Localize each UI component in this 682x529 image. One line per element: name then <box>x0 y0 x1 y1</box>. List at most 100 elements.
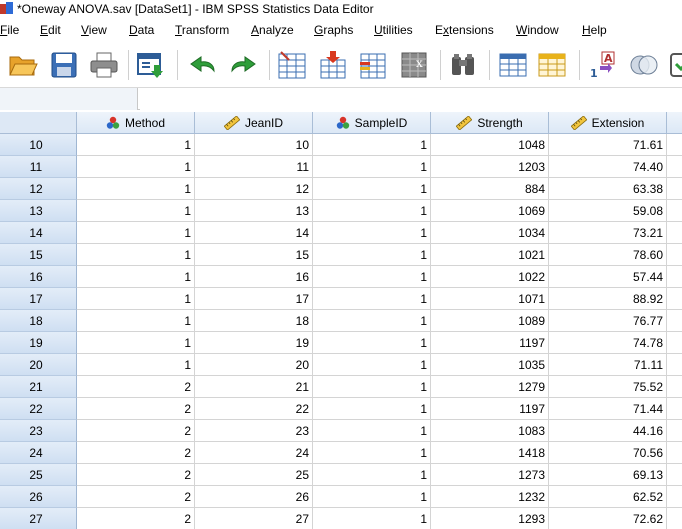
row-header[interactable]: 14 <box>0 222 77 244</box>
cell-jeanid[interactable]: 12 <box>195 178 313 200</box>
cell-extension[interactable]: 74.40 <box>549 156 667 178</box>
cell-empty[interactable] <box>667 222 682 244</box>
menu-utilities[interactable]: Utilities <box>374 23 413 37</box>
cell-jeanid[interactable]: 18 <box>195 310 313 332</box>
row-header[interactable]: 18 <box>0 310 77 332</box>
menu-data[interactable]: Data <box>129 23 154 37</box>
cell-extension[interactable]: 69.13 <box>549 464 667 486</box>
cell-sampleid[interactable]: 1 <box>313 222 431 244</box>
cell-empty[interactable] <box>667 288 682 310</box>
cell-strength[interactable]: 1293 <box>431 508 549 529</box>
value-labels-button[interactable] <box>496 48 530 82</box>
cell-empty[interactable] <box>667 200 682 222</box>
cell-jeanid[interactable]: 14 <box>195 222 313 244</box>
print-button[interactable] <box>87 48 121 82</box>
cell-empty[interactable] <box>667 266 682 288</box>
cell-method[interactable]: 2 <box>77 442 195 464</box>
cell-strength[interactable]: 1273 <box>431 464 549 486</box>
menu-graphs[interactable]: Graphs <box>314 23 353 37</box>
cell-extension[interactable]: 71.61 <box>549 134 667 156</box>
cell-method[interactable]: 1 <box>77 288 195 310</box>
cell-jeanid[interactable]: 24 <box>195 442 313 464</box>
cell-sampleid[interactable]: 1 <box>313 376 431 398</box>
save-button[interactable] <box>47 48 81 82</box>
cell-sampleid[interactable]: 1 <box>313 420 431 442</box>
cell-extension[interactable]: 62.52 <box>549 486 667 508</box>
cell-jeanid[interactable]: 13 <box>195 200 313 222</box>
cell-extension[interactable]: 71.44 <box>549 398 667 420</box>
row-header[interactable]: 13 <box>0 200 77 222</box>
cell-jeanid[interactable]: 27 <box>195 508 313 529</box>
row-header[interactable]: 12 <box>0 178 77 200</box>
cell-method[interactable]: 1 <box>77 134 195 156</box>
cell-empty[interactable] <box>667 244 682 266</box>
find-button[interactable] <box>446 48 480 82</box>
split-file-button[interactable]: x <box>397 48 431 82</box>
cell-method[interactable]: 1 <box>77 310 195 332</box>
cell-sampleid[interactable]: 1 <box>313 156 431 178</box>
dialog-recall-button[interactable] <box>134 48 168 82</box>
cell-strength[interactable]: 1069 <box>431 200 549 222</box>
row-header[interactable]: 22 <box>0 398 77 420</box>
menu-window[interactable]: Window <box>516 23 559 37</box>
show-all-button[interactable] <box>666 48 682 82</box>
row-header[interactable]: 24 <box>0 442 77 464</box>
undo-button[interactable] <box>186 48 220 82</box>
open-button[interactable] <box>6 48 40 82</box>
cell-extension[interactable]: 78.60 <box>549 244 667 266</box>
cell-method[interactable]: 2 <box>77 376 195 398</box>
menu-help[interactable]: Help <box>582 23 607 37</box>
cell-strength[interactable]: 1021 <box>431 244 549 266</box>
cell-sampleid[interactable]: 1 <box>313 244 431 266</box>
row-header[interactable]: 15 <box>0 244 77 266</box>
cell-empty[interactable] <box>667 354 682 376</box>
cell-empty[interactable] <box>667 178 682 200</box>
cell-method[interactable]: 1 <box>77 178 195 200</box>
cell-sampleid[interactable]: 1 <box>313 332 431 354</box>
cell-method[interactable]: 2 <box>77 398 195 420</box>
cell-jeanid[interactable]: 19 <box>195 332 313 354</box>
cell-method[interactable]: 2 <box>77 420 195 442</box>
cell-empty[interactable] <box>667 134 682 156</box>
cell-jeanid[interactable]: 11 <box>195 156 313 178</box>
cell-strength[interactable]: 1197 <box>431 398 549 420</box>
cell-strength[interactable]: 1035 <box>431 354 549 376</box>
cell-jeanid[interactable]: 26 <box>195 486 313 508</box>
column-header-jeanid[interactable]: JeanID <box>195 112 313 134</box>
cell-jeanid[interactable]: 17 <box>195 288 313 310</box>
cell-empty[interactable] <box>667 376 682 398</box>
cell-jeanid[interactable]: 25 <box>195 464 313 486</box>
cell-sampleid[interactable]: 1 <box>313 354 431 376</box>
cell-method[interactable]: 2 <box>77 464 195 486</box>
column-header-extension[interactable]: Extension <box>549 112 667 134</box>
cell-extension[interactable]: 88.92 <box>549 288 667 310</box>
select-cases-button[interactable]: A1 <box>586 48 620 82</box>
row-header[interactable]: 20 <box>0 354 77 376</box>
cell-empty[interactable] <box>667 486 682 508</box>
cell-extension[interactable]: 44.16 <box>549 420 667 442</box>
cell-extension[interactable]: 75.52 <box>549 376 667 398</box>
row-header[interactable]: 11 <box>0 156 77 178</box>
row-header[interactable]: 10 <box>0 134 77 156</box>
cell-empty[interactable] <box>667 464 682 486</box>
cell-method[interactable]: 1 <box>77 332 195 354</box>
grid-corner[interactable] <box>0 112 77 134</box>
cell-strength[interactable]: 1418 <box>431 442 549 464</box>
cell-empty[interactable] <box>667 398 682 420</box>
weight-cases-button[interactable] <box>535 48 569 82</box>
cell-strength[interactable]: 1071 <box>431 288 549 310</box>
menu-view[interactable]: View <box>81 23 107 37</box>
cell-extension[interactable]: 59.08 <box>549 200 667 222</box>
cell-sampleid[interactable]: 1 <box>313 134 431 156</box>
cell-extension[interactable]: 73.21 <box>549 222 667 244</box>
cell-strength[interactable]: 1232 <box>431 486 549 508</box>
cell-empty[interactable] <box>667 442 682 464</box>
cell-strength[interactable]: 1197 <box>431 332 549 354</box>
cell-sampleid[interactable]: 1 <box>313 464 431 486</box>
row-header[interactable]: 25 <box>0 464 77 486</box>
cell-empty[interactable] <box>667 420 682 442</box>
redo-button[interactable] <box>226 48 260 82</box>
cell-sampleid[interactable]: 1 <box>313 266 431 288</box>
cell-jeanid[interactable]: 15 <box>195 244 313 266</box>
cell-extension[interactable]: 57.44 <box>549 266 667 288</box>
